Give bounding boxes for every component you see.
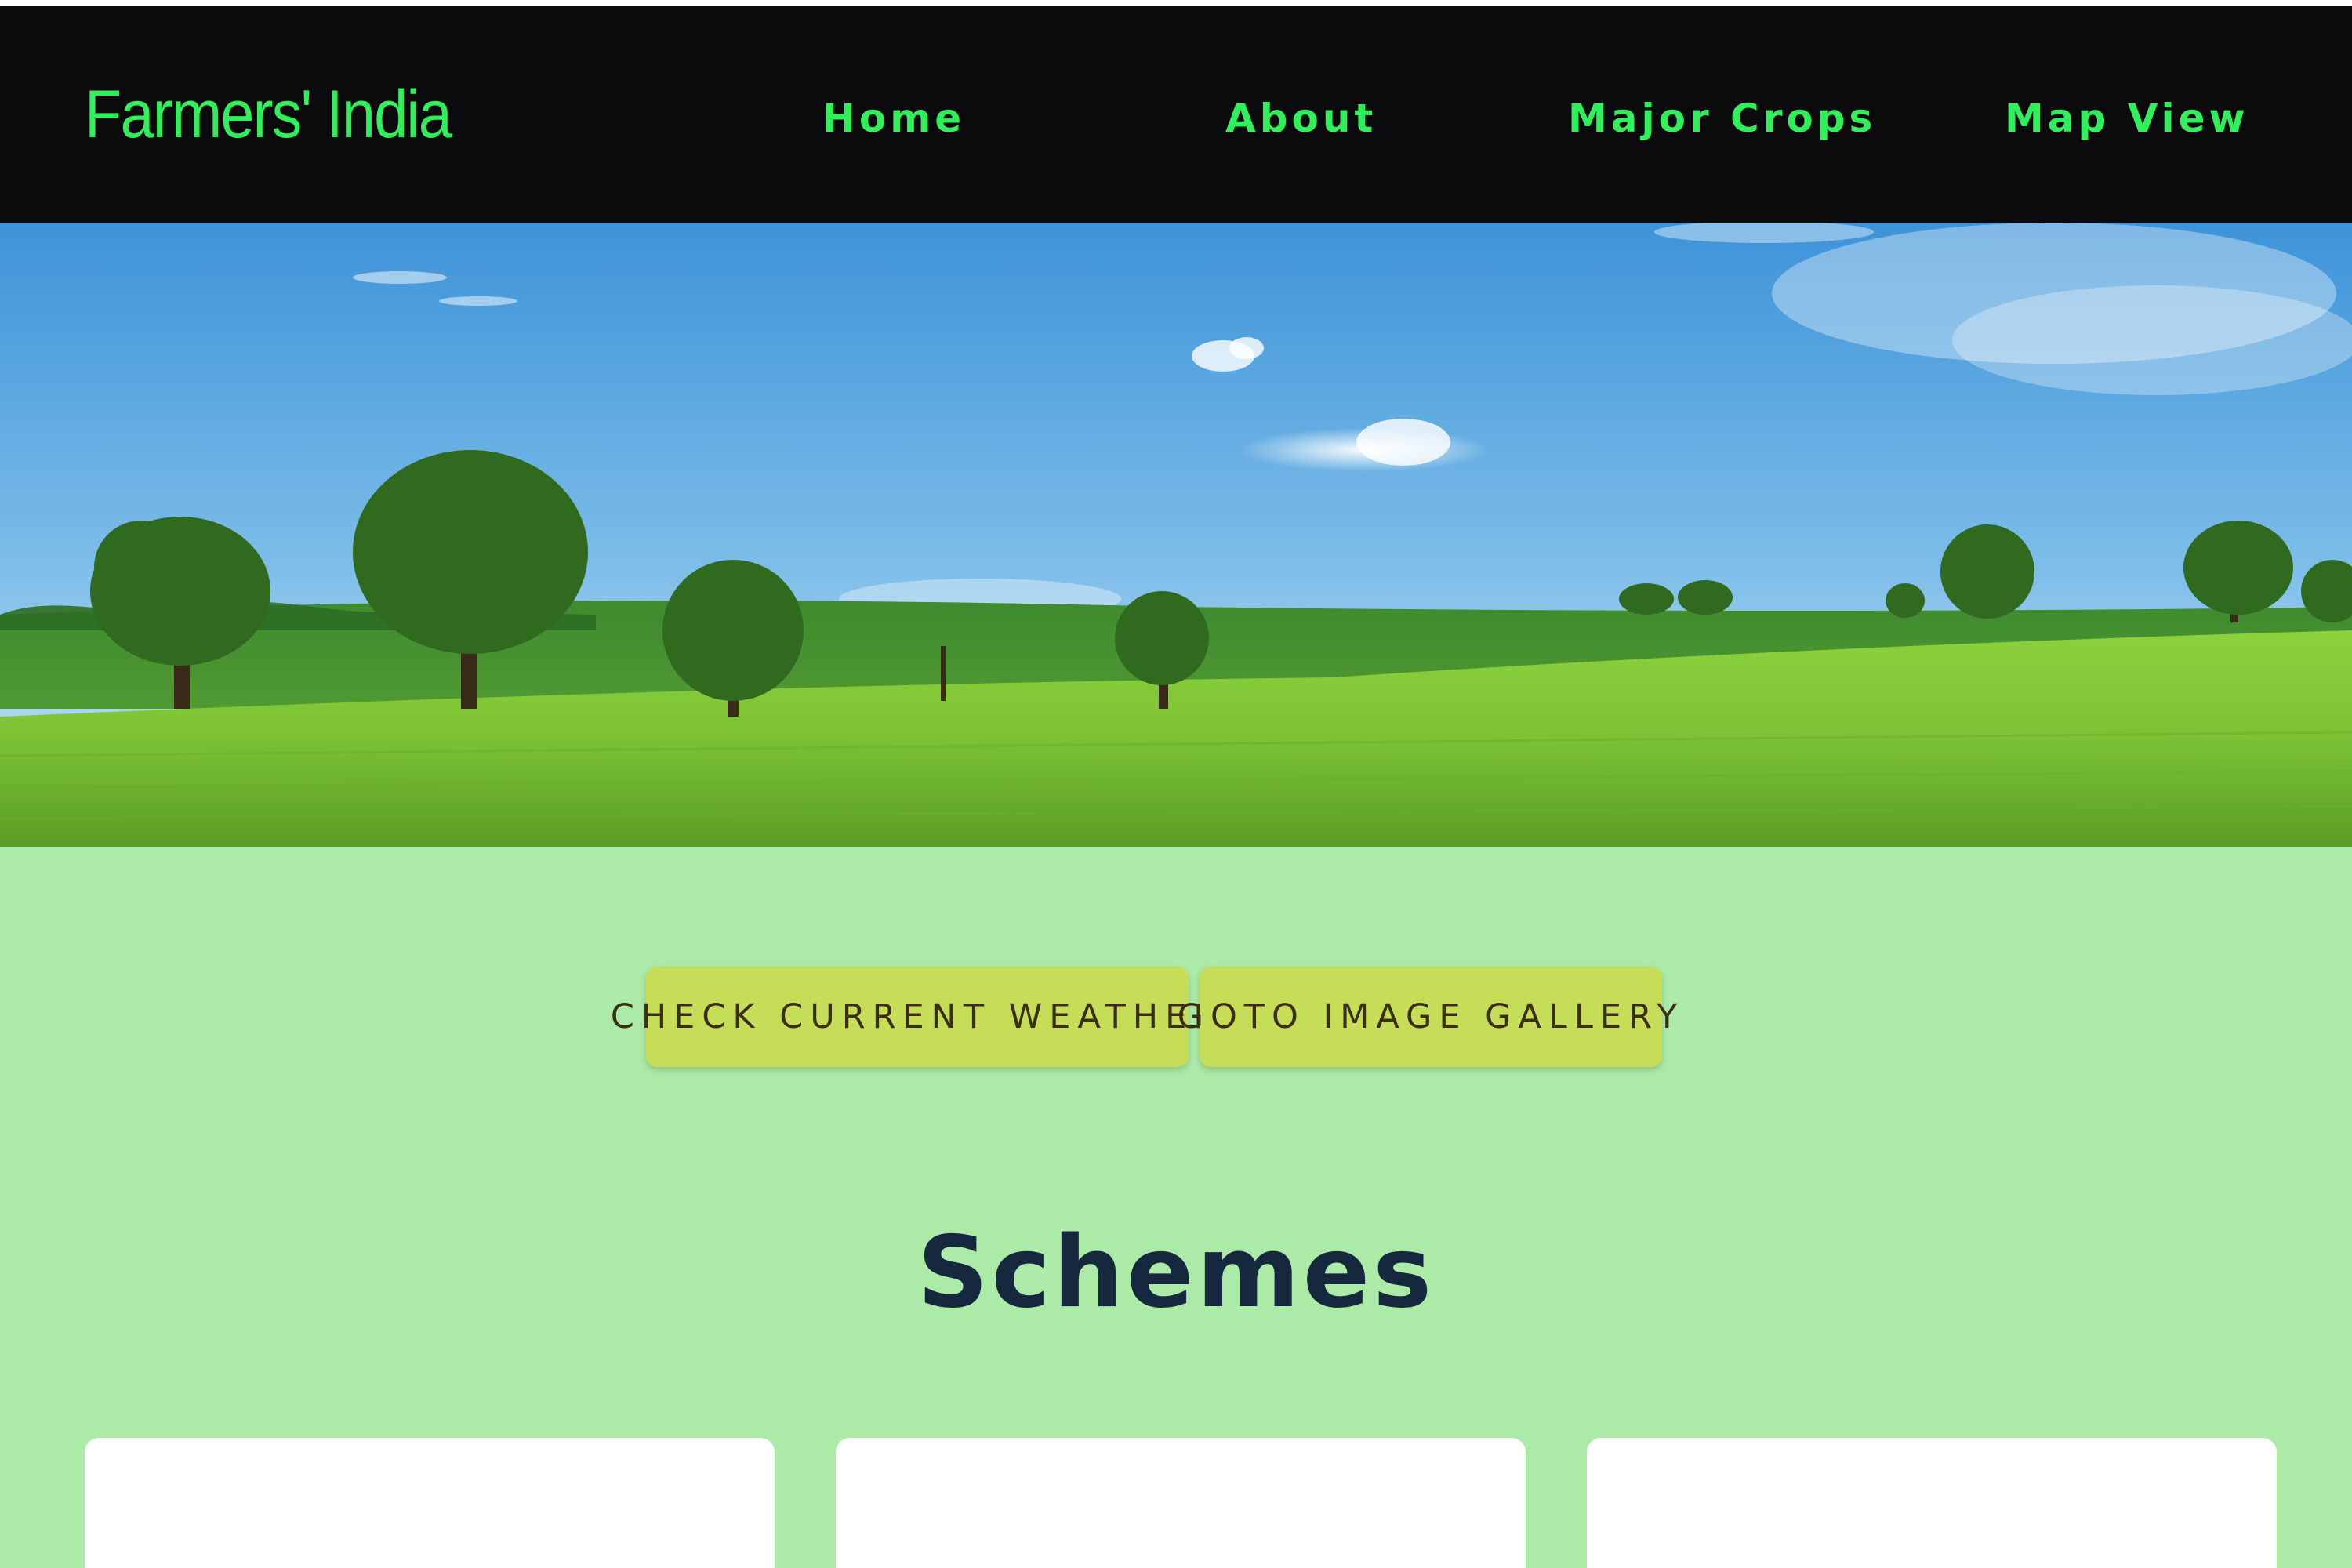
nav-link-major-crops[interactable]: Major Crops xyxy=(1568,99,1876,138)
scheme-card[interactable] xyxy=(836,1438,1526,1568)
page: Farmers' India Home About Major Crops Ma… xyxy=(0,0,2352,1568)
image-gallery-button[interactable]: GOTO IMAGE GALLERY xyxy=(1178,967,1677,1067)
navbar: Farmers' India Home About Major Crops Ma… xyxy=(0,6,2352,223)
nav-link-map-view[interactable]: Map View xyxy=(2005,99,2249,138)
hero-landscape-image xyxy=(0,223,2352,847)
schemes-title: Schemes xyxy=(916,1214,1436,1330)
nav-link-home[interactable]: Home xyxy=(822,99,965,138)
scheme-card[interactable] xyxy=(1587,1438,2277,1568)
check-weather-button[interactable]: CHECK CURRENT WEATHER xyxy=(611,967,1217,1067)
action-buttons: CHECK CURRENT WEATHER GOTO IMAGE GALLERY xyxy=(611,967,1677,1067)
top-strip xyxy=(0,0,2352,6)
scheme-card[interactable] xyxy=(85,1438,775,1568)
nav-link-about[interactable]: About xyxy=(1225,99,1377,138)
brand-logo[interactable]: Farmers' India xyxy=(85,81,452,148)
